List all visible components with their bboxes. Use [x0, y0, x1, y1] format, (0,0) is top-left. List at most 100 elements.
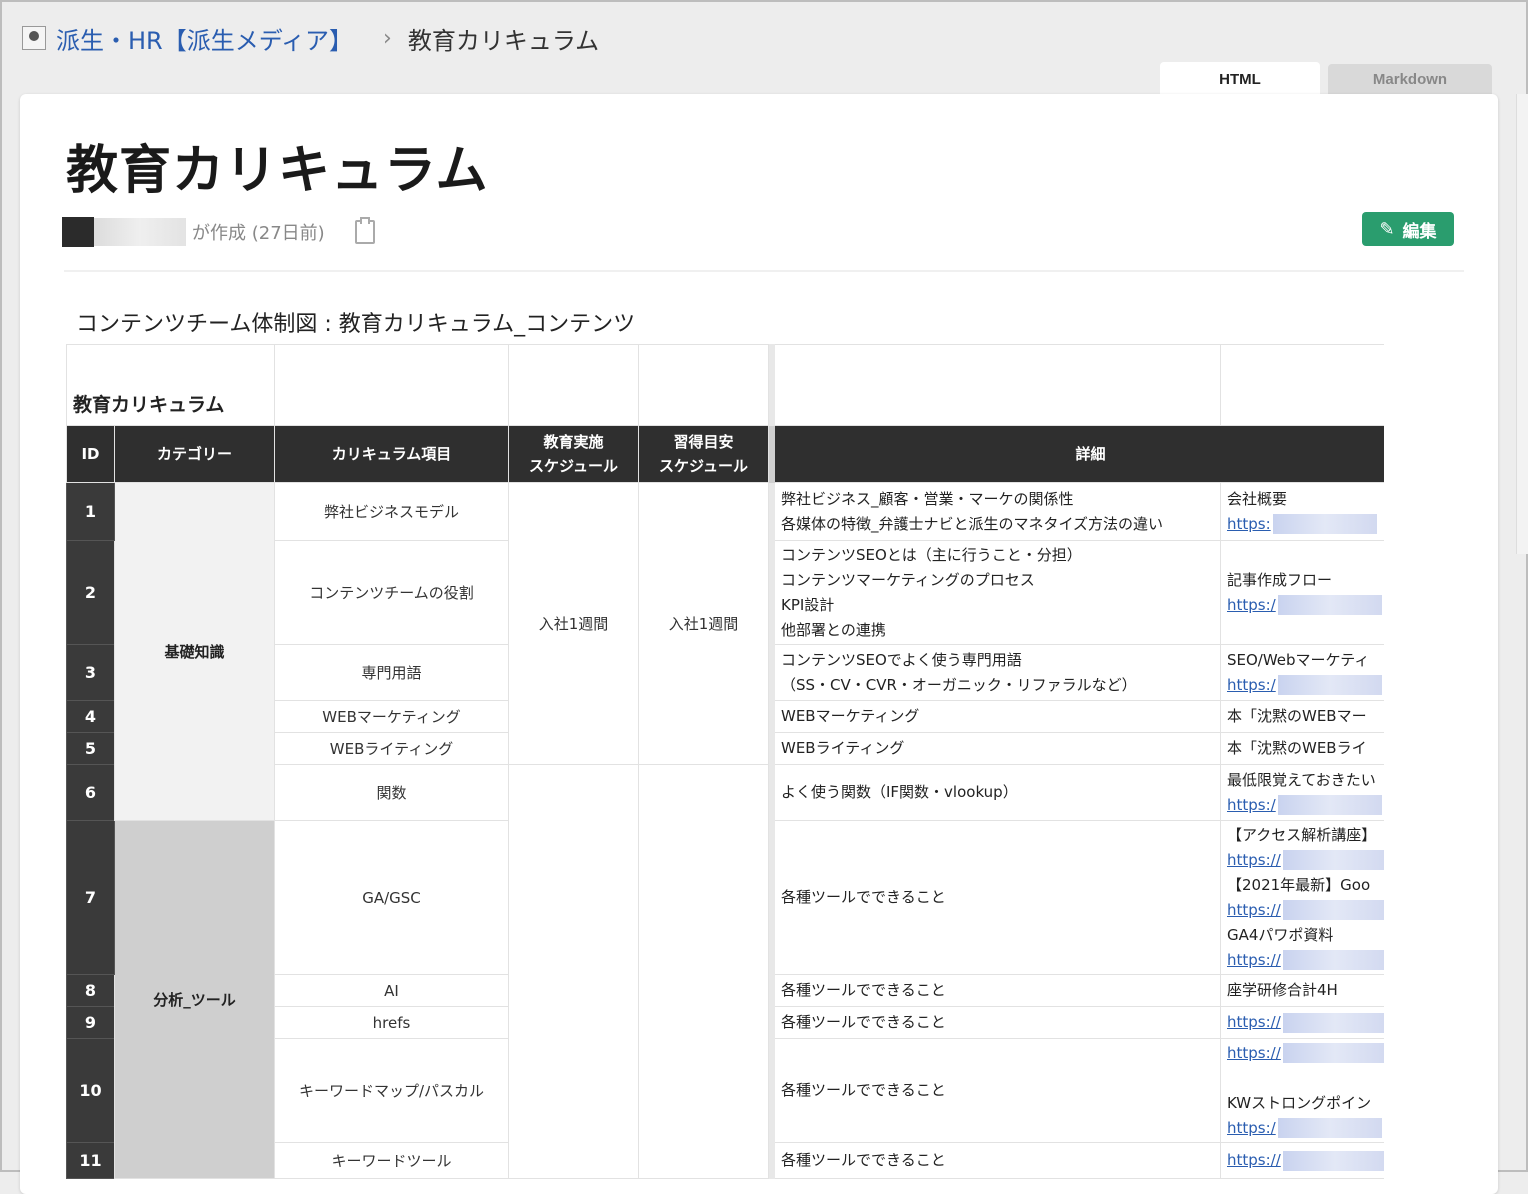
reference-cell: SEO/Webマーケティ https:/ — [1220, 644, 1384, 701]
sheet-title: 教育カリキュラム — [66, 344, 275, 426]
category-cell: 分析_ツール — [114, 820, 275, 1179]
goal-schedule-empty — [638, 764, 769, 1179]
row-id: 10 — [66, 1038, 115, 1143]
reference-link-line[interactable]: https:// — [1227, 1148, 1384, 1173]
detail-line: 各種ツールでできること — [781, 888, 946, 906]
reference-cell: https:// — [1220, 1142, 1384, 1179]
reference-link[interactable]: https:/ — [1227, 676, 1276, 694]
reference-link-line[interactable]: https:// — [1227, 898, 1384, 923]
reference-link-line[interactable]: https:/ — [1227, 1116, 1384, 1141]
author-meta: が作成 (27日前) — [62, 216, 375, 248]
sheet-caption: コンテンツチーム体制図 : 教育カリキュラム_コンテンツ — [76, 312, 636, 337]
reference-text: GA4パワポ資料 — [1227, 925, 1334, 944]
curriculum-item: AI — [274, 974, 509, 1007]
detail-cell: よく使う関数（IF関数・vlookup） — [774, 764, 1221, 821]
reference-link-line[interactable]: https:// — [1227, 1041, 1384, 1066]
reference-link[interactable]: https:// — [1227, 1013, 1281, 1031]
detail-cell: 各種ツールでできること — [774, 820, 1221, 975]
redacted-url — [1282, 950, 1384, 970]
tab-markdown[interactable]: Markdown — [1328, 64, 1492, 94]
detail-line: コンテンツSEOとは（主に行うこと・分担） — [781, 545, 1082, 564]
page-title: 教育カリキュラム — [66, 141, 489, 201]
detail-line: 各媒体の特徴_弁護士ナビと派生のマネタイズ方法の違い — [781, 514, 1164, 533]
document-card: 教育カリキュラム が作成 (27日前) ✎ 編集 コンテンツチーム体制図 : 教… — [20, 94, 1498, 1194]
detail-line: 各種ツールでできること — [781, 1013, 946, 1031]
reference-link[interactable]: https:/ — [1227, 1119, 1276, 1137]
detail-line: よく使う関数（IF関数・vlookup） — [781, 783, 1018, 801]
row-id: 11 — [66, 1142, 115, 1179]
row-id: 6 — [66, 764, 115, 821]
detail-cell: 各種ツールでできること — [774, 1006, 1221, 1039]
reference-cell: 記事作成フロー https:/ — [1220, 540, 1384, 645]
redacted-url — [1272, 514, 1377, 534]
reference-link-line[interactable]: https:// — [1227, 948, 1384, 973]
row-id: 8 — [66, 974, 115, 1007]
avatar — [62, 217, 94, 247]
curriculum-item: キーワードツール — [274, 1142, 509, 1179]
reference-link[interactable]: https:/ — [1227, 796, 1276, 814]
author-name-redacted — [94, 218, 186, 246]
breadcrumb-parent-link[interactable]: 派生・HR【派生メディア】 — [56, 21, 353, 56]
detail-cell: コンテンツSEOでよく使う専門用語 （SS・CV・CVR・オーガニック・リファラル… — [774, 644, 1221, 701]
redacted-url — [1282, 1150, 1384, 1171]
header-edu-schedule: 教育実施 スケジュール — [508, 425, 639, 483]
reference-link[interactable]: https:// — [1227, 1151, 1281, 1169]
row-id: 3 — [66, 644, 115, 701]
detail-cell: 各種ツールでできること — [774, 1142, 1221, 1179]
reference-link[interactable]: https:// — [1227, 851, 1281, 869]
breadcrumb: 派生・HR【派生メディア】 › 教育カリキュラム — [22, 20, 599, 56]
reference-link-line[interactable]: https:// — [1227, 1010, 1384, 1035]
table-header: ID カテゴリー カリキュラム項目 教育実施 スケジュール 習得目安 スケジュー… — [66, 425, 1384, 483]
created-info: が作成 (27日前) — [192, 223, 325, 244]
pencil-icon: ✎ — [1379, 218, 1395, 240]
reference-link-line[interactable]: https:// — [1227, 848, 1384, 873]
redacted-url — [1277, 675, 1382, 695]
reference-link[interactable]: https: — [1227, 515, 1271, 533]
curriculum-item: コンテンツチームの役割 — [274, 540, 509, 645]
goal-schedule: 入社1週間 — [638, 482, 769, 765]
side-panel-edge — [1516, 94, 1528, 554]
spreadsheet-embed[interactable]: 教育カリキュラム ID カテゴリー カリキュラム項目 教育実施 スケジュール 習… — [66, 344, 1384, 1194]
reference-link-line[interactable]: https: — [1227, 512, 1384, 537]
reference-cell: 本「沈黙のWEBマー — [1220, 700, 1384, 733]
detail-line: コンテンツSEOでよく使う専門用語 — [781, 650, 1022, 669]
category-cell: 基礎知識 — [114, 482, 275, 821]
reference-text: 【アクセス解析講座】 — [1227, 825, 1377, 844]
reference-text: KWストロングポイン — [1227, 1093, 1372, 1112]
reference-link-line[interactable]: https:/ — [1227, 593, 1384, 618]
workspace-logo-icon — [22, 26, 46, 50]
reference-text: 最低限覚えておきたい — [1227, 770, 1376, 789]
detail-line: WEBライティング — [781, 739, 905, 757]
redacted-url — [1282, 850, 1384, 870]
reference-cell: https:// — [1220, 1006, 1384, 1039]
edit-button-label: 編集 — [1402, 221, 1437, 242]
reference-text — [1227, 1066, 1384, 1091]
edit-button[interactable]: ✎ 編集 — [1362, 212, 1454, 246]
curriculum-item: 弊社ビジネスモデル — [274, 482, 509, 541]
row-id: 1 — [66, 482, 115, 541]
reference-text: 【2021年最新】Goo — [1227, 875, 1371, 894]
row-id: 9 — [66, 1006, 115, 1039]
reference-link[interactable]: https:/ — [1227, 596, 1276, 614]
reference-cell: 座学研修合計4H — [1220, 974, 1384, 1007]
redacted-url — [1282, 1043, 1384, 1063]
tab-html[interactable]: HTML — [1160, 62, 1320, 96]
detail-cell: コンテンツSEOとは（主に行うこと・分担） コンテンツマーケティングのプロセス KP… — [774, 540, 1221, 645]
view-tabs: HTML Markdown — [1160, 62, 1492, 96]
table-row: 1 基礎知識 弊社ビジネスモデル 入社1週間 入社1週間 弊社ビジネス_顧客・営業・マーケ… — [66, 482, 1384, 821]
reference-cell: https:// KWストロングポイン https:/ — [1220, 1038, 1384, 1143]
reference-link-line[interactable]: https:/ — [1227, 793, 1384, 818]
detail-line: 各種ツールでできること — [781, 1081, 946, 1099]
reference-link-line[interactable]: https:/ — [1227, 673, 1384, 698]
reference-link[interactable]: https:// — [1227, 901, 1281, 919]
header-goal-schedule: 習得目安 スケジュール — [638, 425, 769, 483]
clipboard-icon[interactable] — [354, 217, 375, 244]
reference-text: 本「沈黙のWEBマー — [1227, 707, 1367, 725]
row-id: 7 — [66, 820, 115, 975]
reference-link[interactable]: https:// — [1227, 951, 1281, 969]
reference-link[interactable]: https:// — [1227, 1044, 1281, 1062]
detail-line: 弊社ビジネス_顧客・営業・マーケの関係性 — [781, 489, 1074, 508]
curriculum-item: 専門用語 — [274, 644, 509, 701]
header-category: カテゴリー — [114, 425, 275, 483]
edu-schedule: 入社1週間 — [508, 482, 639, 765]
